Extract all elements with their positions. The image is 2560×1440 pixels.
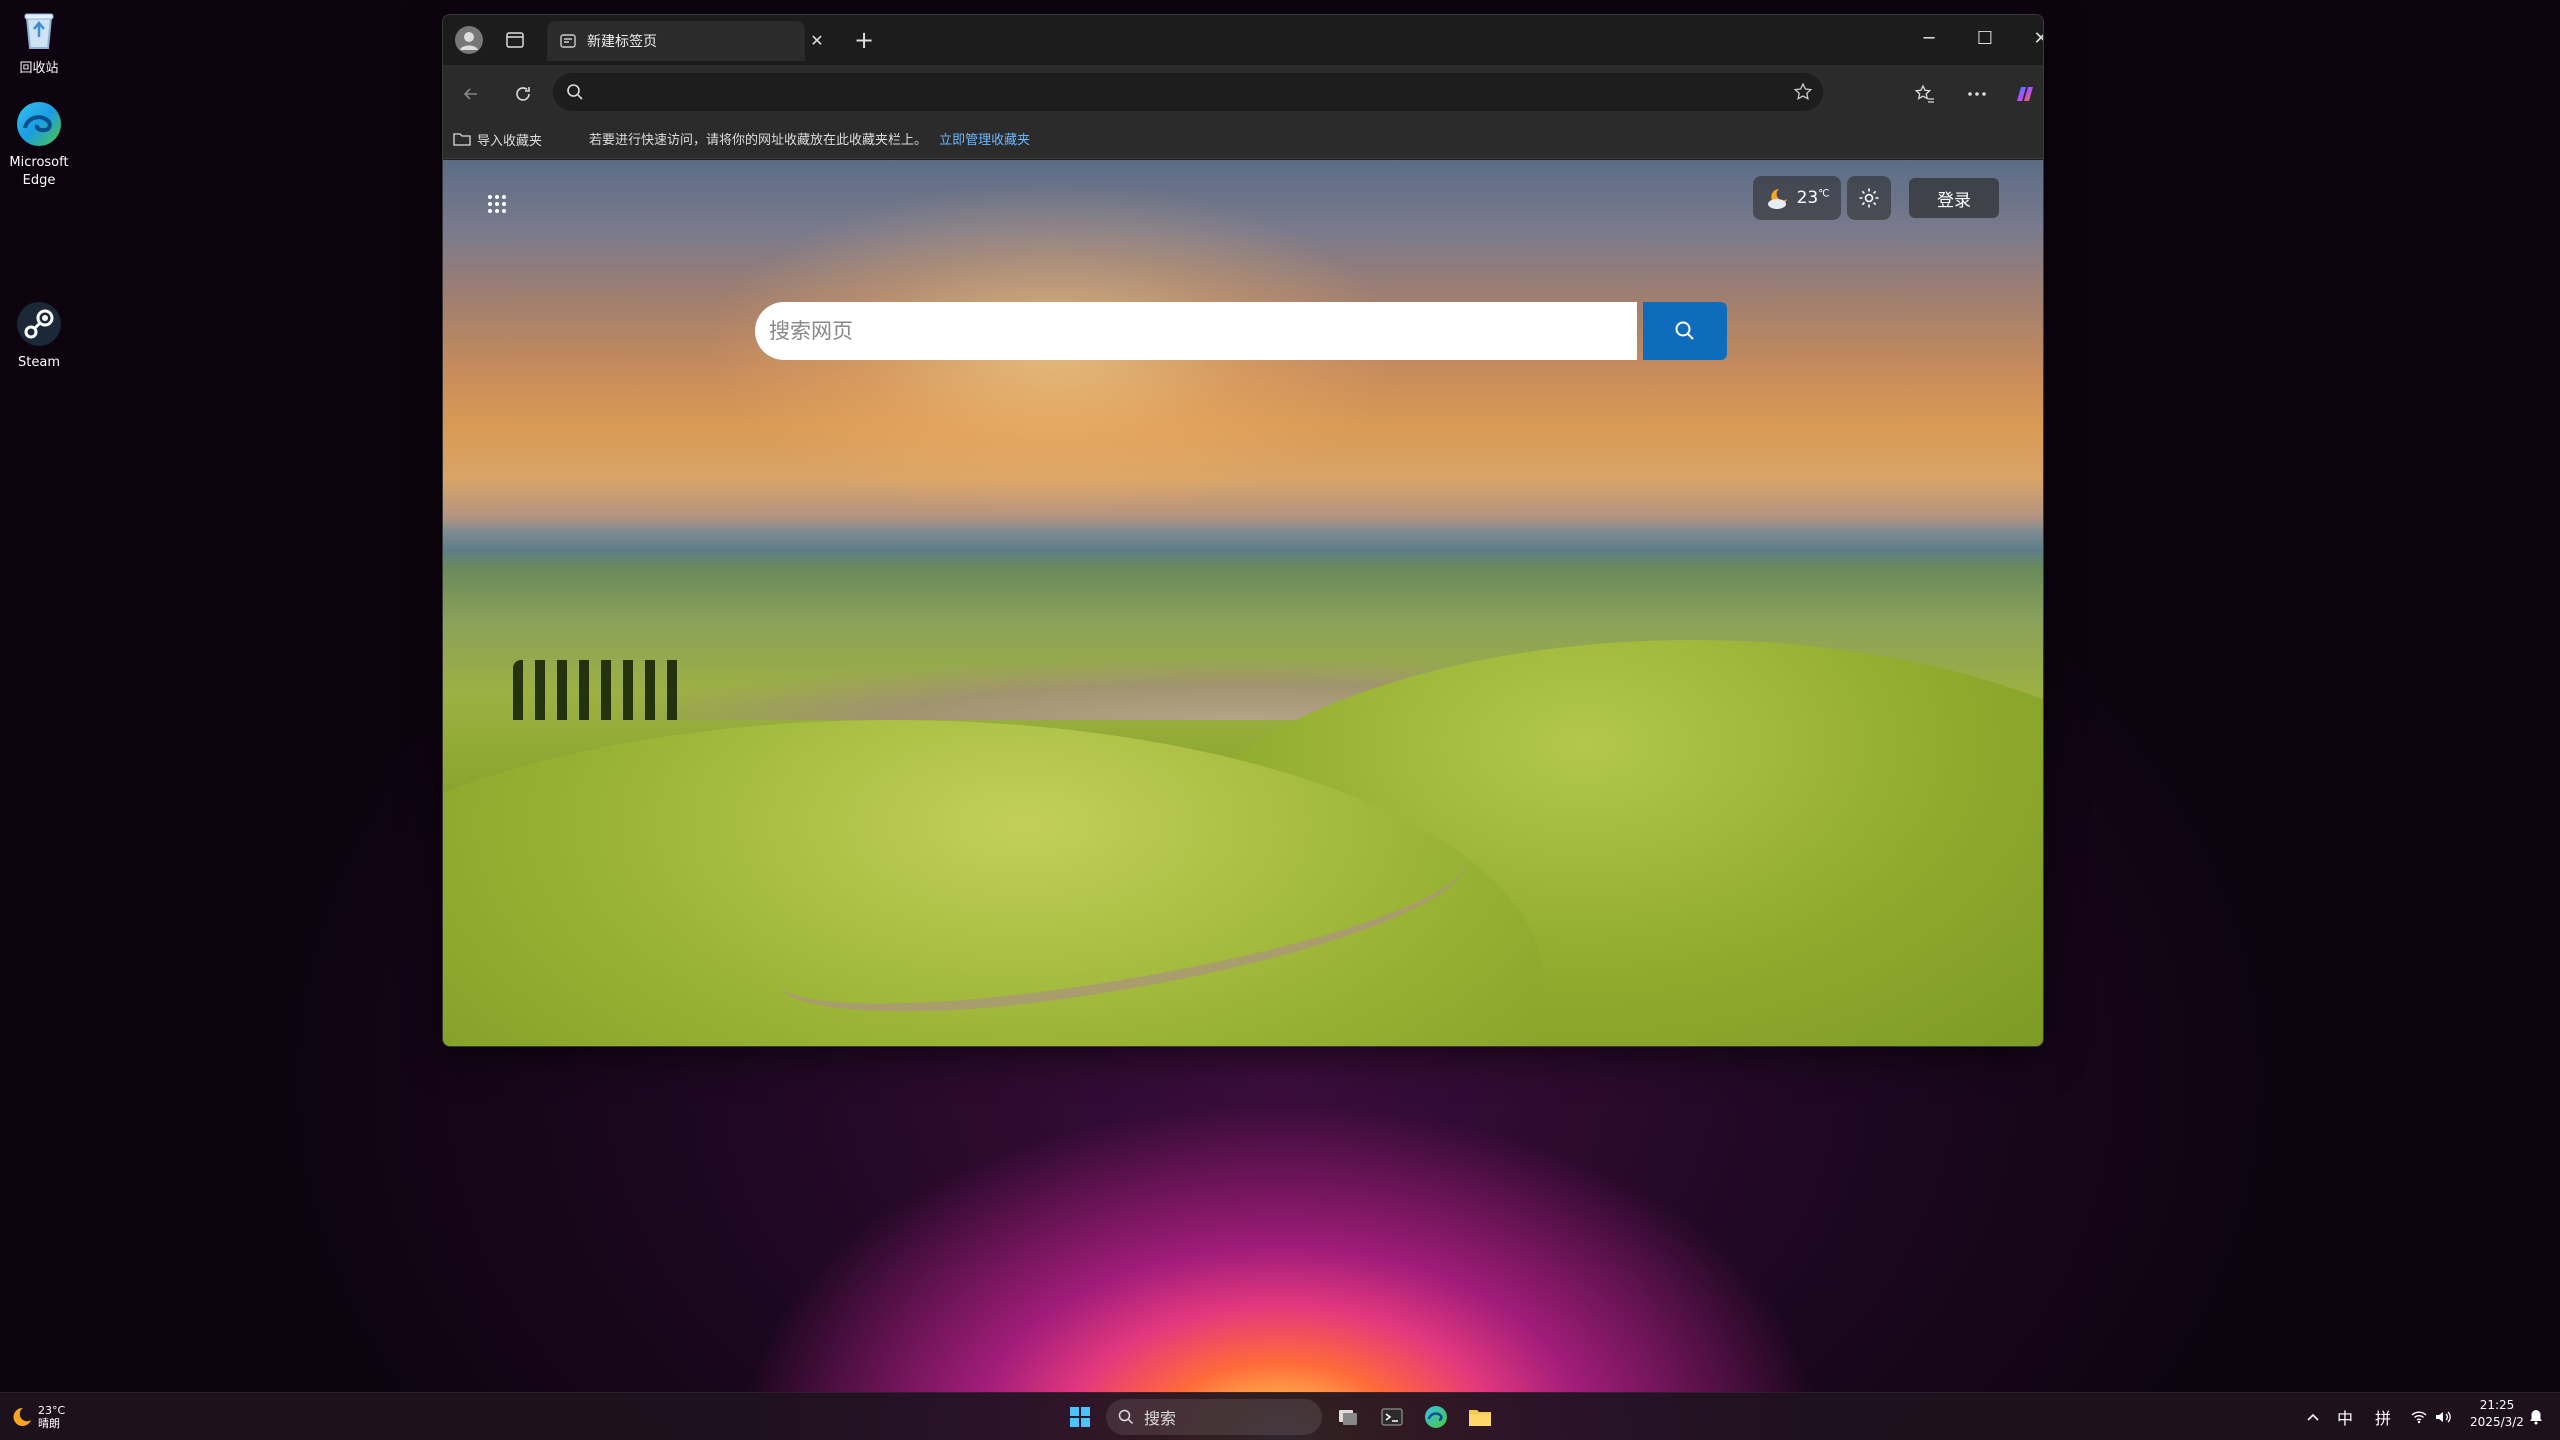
favorites-list-icon [1914, 84, 1934, 103]
favorites-bar: 导入收藏夹 若要进行快速访问，请将你的网址收藏放在此收藏夹栏上。 立即管理收藏夹 [443, 119, 2043, 159]
taskbar: 23°C 晴朗 搜索 中 拼 21:25 2025/3/2 [0, 1392, 2560, 1440]
tab-close-button[interactable]: ✕ [801, 23, 833, 57]
edge-icon [13, 98, 65, 150]
windows-logo-icon [1070, 1407, 1090, 1427]
maximize-button[interactable]: ☐ [1957, 15, 2013, 61]
minimize-button[interactable]: ─ [1901, 15, 1957, 61]
show-hidden-icons-button[interactable] [2298, 1399, 2328, 1435]
profile-button[interactable] [449, 21, 489, 59]
tab-actions-icon [506, 32, 524, 48]
copilot-icon [2017, 87, 2033, 101]
task-view-icon [1339, 1410, 1357, 1425]
folder-import-icon [453, 133, 471, 146]
recycle-bin-icon [13, 4, 65, 56]
weather-moon-cloud-icon [1767, 189, 1787, 209]
background-trees [513, 660, 683, 720]
login-button[interactable]: 登录 [1909, 178, 1999, 218]
desktop-icon-edge[interactable]: Microsoft Edge [0, 98, 78, 190]
apps-launcher-button[interactable] [471, 178, 523, 230]
search-icon [1118, 1409, 1134, 1425]
taskbar-terminal[interactable] [1372, 1397, 1412, 1437]
manage-favorites-link[interactable]: 立即管理收藏夹 [939, 133, 1030, 148]
address-input[interactable] [597, 73, 1783, 111]
workspaces-button[interactable] [495, 21, 535, 59]
taskbar-weather-widget[interactable]: 23°C 晴朗 [8, 1397, 84, 1437]
terminal-icon [1381, 1408, 1403, 1426]
browser-window: 新建标签页 ✕ + ─ ☐ ✕ [442, 14, 2044, 1047]
desktop-icon-label: 回收站 [19, 61, 59, 76]
navigation-bar [443, 65, 2043, 119]
desktop-icon-label: Microsoft Edge [9, 155, 69, 188]
tab-page-icon [560, 34, 576, 48]
apps-grid-icon [488, 195, 506, 213]
refresh-icon [516, 87, 530, 101]
desktop-icon-label: Steam [18, 355, 60, 370]
title-bar: 新建标签页 ✕ + ─ ☐ ✕ [443, 15, 2043, 65]
tab-title: 新建标签页 [587, 34, 657, 50]
taskbar-file-explorer[interactable] [1460, 1397, 1500, 1437]
web-search-button[interactable] [1643, 302, 1727, 360]
ime-mode-indicator[interactable]: 拼 [2366, 1399, 2400, 1435]
task-view-button[interactable] [1328, 1397, 1368, 1437]
add-favorite-button[interactable] [1783, 74, 1823, 110]
page-settings-button[interactable] [1847, 176, 1891, 220]
tab-new-tab[interactable]: 新建标签页 [547, 21, 805, 61]
start-button[interactable] [1060, 1397, 1100, 1437]
favorites-button[interactable] [1905, 75, 1945, 113]
desktop-icon-recycle-bin[interactable]: 回收站 [0, 4, 78, 78]
gear-icon [1859, 188, 1879, 208]
search-icon [553, 83, 597, 101]
back-button[interactable] [451, 75, 491, 113]
import-favorites-button[interactable]: 导入收藏夹 [453, 127, 542, 151]
web-search-input[interactable] [769, 302, 1637, 360]
volume-icon [2436, 1411, 2451, 1423]
web-search-box[interactable] [755, 302, 1637, 360]
taskbar-search-label: 搜索 [1144, 1409, 1177, 1428]
input-language-indicator[interactable]: 中 [2330, 1399, 2360, 1435]
import-favorites-label: 导入收藏夹 [477, 133, 543, 149]
more-options-button[interactable] [1957, 75, 1997, 113]
copilot-button[interactable] [2005, 75, 2043, 113]
taskbar-search[interactable]: 搜索 [1106, 1399, 1322, 1435]
favorites-bar-message: 若要进行快速访问，请将你的网址收藏放在此收藏夹栏上。 立即管理收藏夹 [589, 129, 1030, 148]
system-clock[interactable]: 21:25 2025/3/2 [2464, 1397, 2530, 1437]
refresh-button[interactable] [503, 75, 543, 113]
new-tab-page: 23℃ 登录 [443, 160, 2043, 1046]
new-tab-button[interactable]: + [847, 23, 881, 57]
star-icon [1793, 82, 1813, 100]
taskbar-weather-temp: 23°C [38, 1404, 66, 1417]
clock-time: 21:25 [2479, 1398, 2515, 1412]
notifications-button[interactable] [2522, 1399, 2550, 1435]
back-arrow-icon [463, 88, 477, 100]
wifi-icon [2411, 1411, 2427, 1424]
favorites-message-text: 若要进行快速访问，请将你的网址收藏放在此收藏夹栏上。 [589, 133, 928, 148]
profile-avatar-icon [455, 26, 483, 54]
search-icon [1675, 321, 1694, 340]
clock-date: 2025/3/2 [2470, 1415, 2524, 1429]
weather-temp: 23℃ [1796, 188, 1830, 208]
steam-icon [13, 298, 65, 350]
close-window-button[interactable]: ✕ [2013, 15, 2043, 61]
address-bar[interactable] [553, 73, 1823, 111]
edge-icon [1425, 1406, 1447, 1428]
desktop-icon-steam[interactable]: Steam [0, 298, 78, 372]
weather-moon-icon [13, 1407, 31, 1426]
bell-icon [2530, 1410, 2542, 1425]
network-volume-group[interactable] [2404, 1399, 2458, 1435]
weather-widget[interactable]: 23℃ [1753, 176, 1841, 220]
more-dots-icon [1968, 92, 1986, 96]
taskbar-edge[interactable] [1416, 1397, 1456, 1437]
taskbar-weather-desc: 晴朗 [38, 1417, 60, 1430]
folder-icon [1469, 1410, 1491, 1426]
chevron-up-icon [2307, 1413, 2319, 1421]
